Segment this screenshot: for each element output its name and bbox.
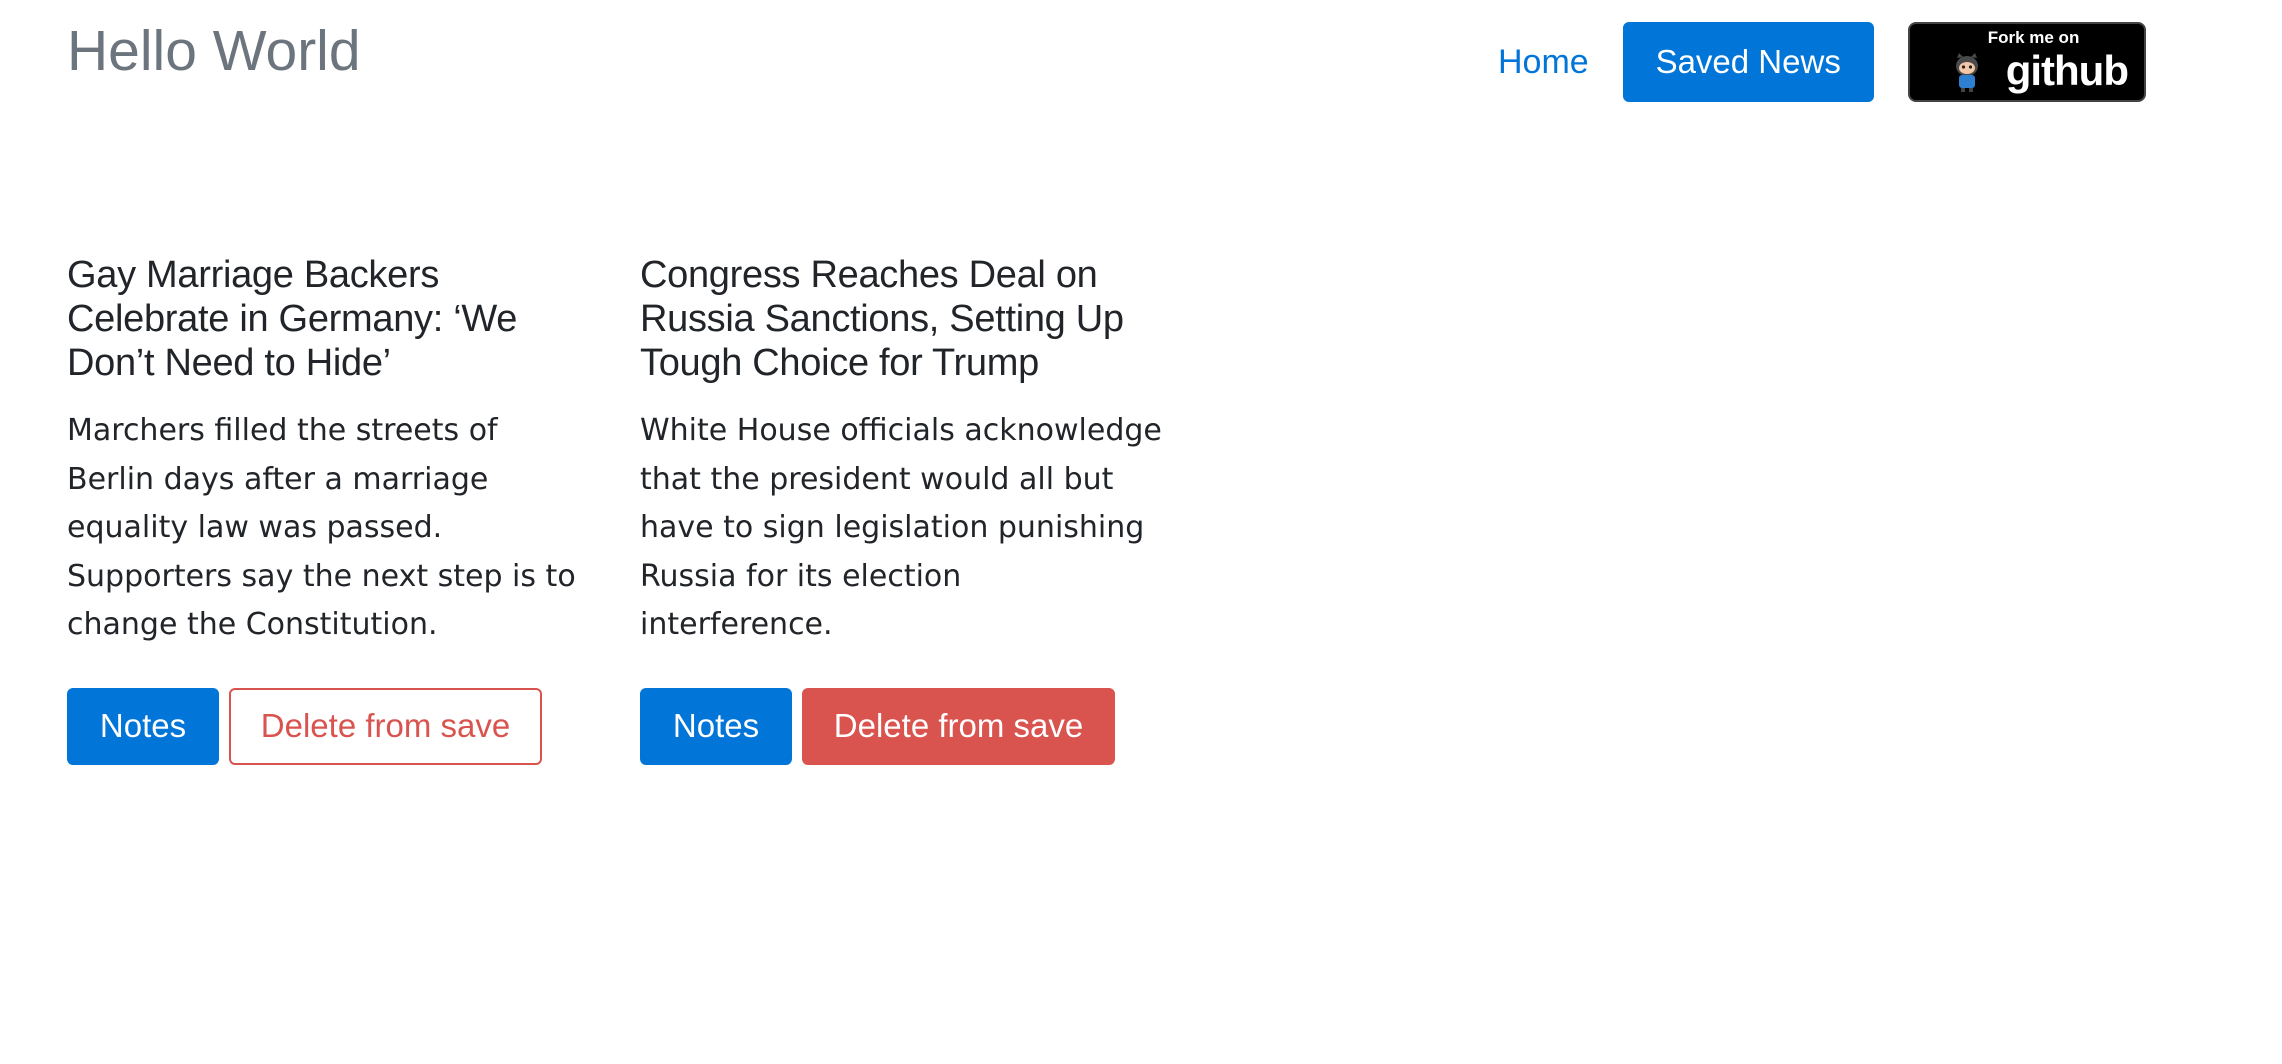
article-title: Congress Reaches Deal on Russia Sanction…: [640, 254, 1124, 384]
article-title: Gay Marriage Backers Celebrate in German…: [67, 254, 518, 384]
notes-button[interactable]: Notes: [67, 687, 219, 765]
saved-news-button[interactable]: Saved News: [1622, 22, 1874, 102]
article-card: Congress Reaches Deal on Russia Sanction…: [640, 253, 1162, 765]
top-nav: Home Saved News Fork me on github: [1498, 22, 2146, 102]
notes-button[interactable]: Notes: [640, 687, 792, 765]
article-actions: Notes Delete from save: [67, 687, 589, 765]
brand-title[interactable]: Hello World: [67, 14, 361, 89]
delete-from-save-button[interactable]: Delete from save: [802, 687, 1115, 765]
saved-articles-list: Gay Marriage Backers Celebrate in German…: [67, 253, 1213, 765]
octocat-icon: [1955, 53, 1978, 92]
article-actions: Notes Delete from save: [640, 687, 1162, 765]
nav-home-link[interactable]: Home: [1498, 43, 1589, 82]
fork-badge-top-text: Fork me on: [1987, 28, 2080, 47]
fork-me-on-github-badge[interactable]: Fork me on github: [1907, 22, 2146, 102]
article-card: Gay Marriage Backers Celebrate in German…: [67, 253, 589, 765]
delete-from-save-button[interactable]: Delete from save: [229, 687, 542, 765]
article-summary: Marchers filled the streets of Berlin da…: [67, 413, 576, 642]
article-summary: White House officials acknowledge that t…: [640, 413, 1162, 642]
fork-badge-main-text: github: [2005, 47, 2129, 94]
